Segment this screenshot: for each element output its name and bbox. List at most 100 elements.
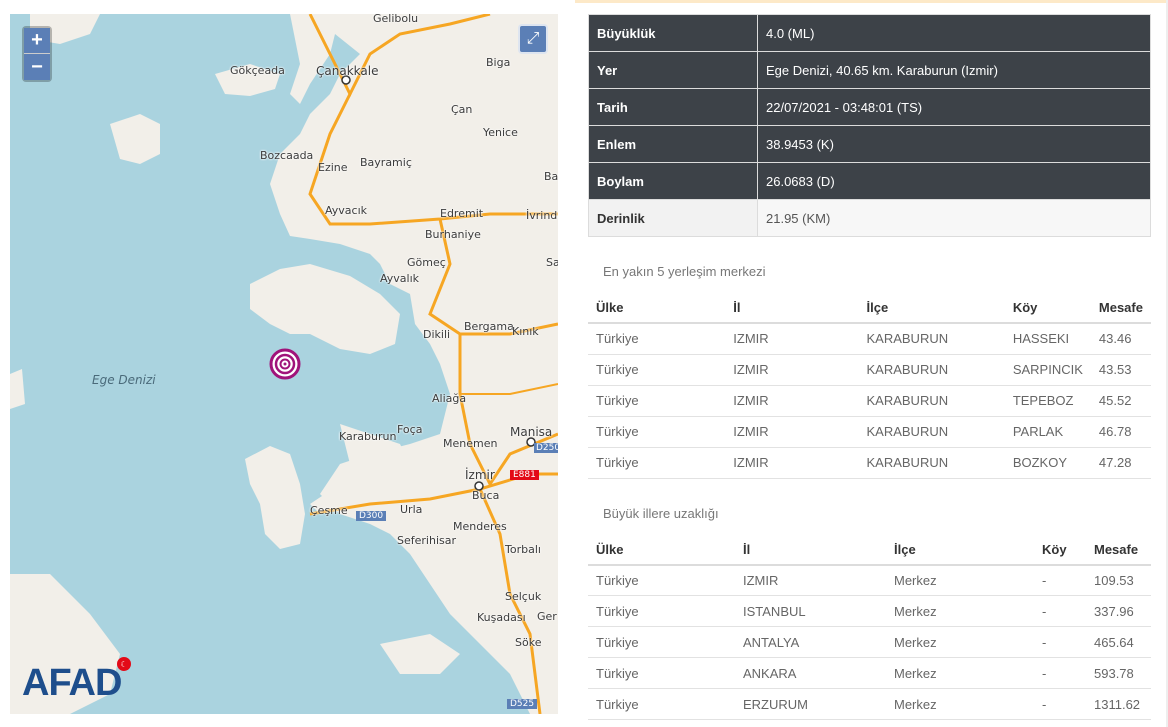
earthquake-details-panel: Büyüklük 4.0 (ML) Yer Ege Denizi, 40.65 km.…: [588, 14, 1151, 720]
map-label: Bayramiç: [360, 156, 412, 169]
table-cell: BOZKOY: [1004, 447, 1091, 479]
map-label: Burhaniye: [425, 228, 481, 241]
info-row: Enlem 38.9453 (K): [588, 125, 1151, 163]
table-row: Türkiye IZMIR KARABURUN BOZKOY 47.28: [588, 447, 1151, 479]
table-cell: HASSEKI: [1004, 323, 1091, 355]
map-label: Çan: [451, 103, 473, 116]
table-row: Türkiye IZMIR KARABURUN HASSEKI 43.46: [588, 323, 1151, 355]
table-cell: Türkiye: [588, 657, 735, 689]
map-label: Ege Denizi: [92, 373, 156, 387]
table-cell: Türkiye: [588, 354, 726, 386]
map-label: Selçuk: [505, 590, 542, 603]
column-header: Mesafe: [1090, 293, 1151, 324]
column-header: Köy: [1034, 534, 1086, 566]
table-cell: KARABURUN: [858, 416, 1005, 448]
road-shield: D250: [534, 443, 558, 453]
map-label: Menemen: [443, 437, 498, 450]
info-row: Tarih 22/07/2021 - 03:48:01 (TS): [588, 88, 1151, 126]
info-row: Yer Ege Denizi, 40.65 km. Karaburun (Izmi…: [588, 51, 1151, 89]
table-row: Türkiye ERZURUM Merkez -1311.62: [588, 688, 1151, 720]
table-row: Türkiye IZMIR KARABURUN SARPINCIK 43.53: [588, 354, 1151, 386]
table-cell: 593.78: [1086, 657, 1151, 689]
table-cell: 43.53: [1090, 354, 1151, 386]
table-cell: ANKARA: [735, 657, 886, 689]
map-label: Karaburun: [339, 430, 397, 443]
table-cell: 46.78: [1090, 416, 1151, 448]
map-label: Manisa: [510, 425, 553, 439]
table-cell: IZMIR: [725, 416, 859, 448]
table-cell: Merkez: [886, 688, 1034, 720]
map-label: Ger: [537, 610, 557, 623]
map-label: Bergama: [464, 320, 514, 333]
map-label: Kuşadası: [477, 611, 526, 624]
table-row: Türkiye IZMIR KARABURUN PARLAK 46.78: [588, 416, 1151, 448]
fullscreen-button[interactable]: ⤢: [518, 24, 548, 54]
table-cell: ANTALYA: [735, 626, 886, 658]
table-cell: Türkiye: [588, 626, 735, 658]
earthquake-info-table: Büyüklük 4.0 (ML) Yer Ege Denizi, 40.65 km.…: [588, 14, 1151, 237]
table-cell: Türkiye: [588, 323, 726, 355]
zoom-in-button[interactable]: +: [24, 28, 50, 54]
column-header: Ülke: [588, 293, 726, 324]
table-cell: Türkiye: [588, 564, 735, 596]
info-value: Ege Denizi, 40.65 km. Karaburun (Izmir): [757, 51, 1151, 89]
table-cell: Türkiye: [588, 447, 726, 479]
info-value: 26.0683 (D): [757, 162, 1151, 200]
column-header: Köy: [1004, 293, 1091, 324]
road-shield: D300: [356, 511, 387, 521]
west-islet: [10, 369, 25, 409]
major-cities-title: Büyük illere uzaklığı: [603, 505, 719, 521]
map-label: Biga: [486, 56, 511, 69]
earthquake-map[interactable]: + − ⤢ Ege Denizi Gelibolu Çanakkale Gökç…: [10, 14, 558, 714]
info-value: 21.95 (KM): [757, 199, 1151, 237]
column-header: İl: [725, 293, 859, 324]
table-cell: Türkiye: [588, 595, 735, 627]
top-accent-line: [575, 0, 1168, 3]
table-cell: ERZURUM: [735, 688, 886, 720]
epicenter-icon[interactable]: [269, 348, 301, 380]
table-cell: Merkez: [886, 595, 1034, 627]
info-key: Enlem: [588, 125, 758, 163]
table-cell: ISTANBUL: [735, 595, 886, 627]
map-label: Edremit: [440, 207, 484, 220]
map-label: Ba: [544, 170, 558, 183]
table-cell: Merkez: [886, 657, 1034, 689]
table-cell: IZMIR: [725, 354, 859, 386]
zoom-out-button[interactable]: −: [24, 54, 50, 80]
column-header: Ülke: [588, 534, 735, 566]
map-label: Dikili: [423, 328, 451, 341]
info-row: Derinlik 21.95 (KM): [588, 199, 1151, 237]
info-key: Derinlik: [588, 199, 758, 237]
map-label: Torbalı: [505, 543, 541, 556]
column-header: İlçe: [886, 534, 1034, 566]
map-label: Ayvalık: [380, 272, 420, 285]
nearest-settlements-table: Ülke İl İlçe Köy Mesafe Türkiye IZMIR KARABURU…: [588, 293, 1151, 479]
table-row: Türkiye IZMIR Merkez -109.53: [588, 564, 1151, 596]
info-key: Tarih: [588, 88, 758, 126]
map-label: Urla: [400, 503, 423, 516]
table-cell: KARABURUN: [858, 385, 1005, 417]
table-cell: PARLAK: [1004, 416, 1091, 448]
table-cell: Merkez: [886, 626, 1034, 658]
zoom-control: + −: [22, 26, 52, 82]
map-label: Seferihisar: [397, 534, 456, 547]
turkish-flag-icon: ☾: [117, 657, 131, 671]
table-cell: Türkiye: [588, 385, 726, 417]
samos-island: [380, 634, 460, 674]
map-label: İzmir: [465, 468, 495, 482]
north-island: [110, 114, 160, 164]
major-cities-table: Ülke İl İlçe Köy Mesafe Türkiye IZMIR Merkez -1…: [588, 534, 1151, 720]
table-cell: 465.64: [1086, 626, 1151, 658]
table-cell: 337.96: [1086, 595, 1151, 627]
expand-icon: ⤢: [526, 30, 540, 47]
road-shield: D525: [507, 699, 538, 709]
afad-logo: AFAD: [22, 662, 122, 704]
column-header: Mesafe: [1086, 534, 1151, 566]
map-label: Gelibolu: [373, 14, 419, 25]
lesbos-island: [250, 264, 400, 354]
map-label: Gökçeada: [230, 64, 285, 77]
table-cell: 43.46: [1090, 323, 1151, 355]
table-cell: 1311.62: [1086, 688, 1151, 720]
table-cell: -: [1034, 688, 1086, 720]
table-cell: 47.28: [1090, 447, 1151, 479]
